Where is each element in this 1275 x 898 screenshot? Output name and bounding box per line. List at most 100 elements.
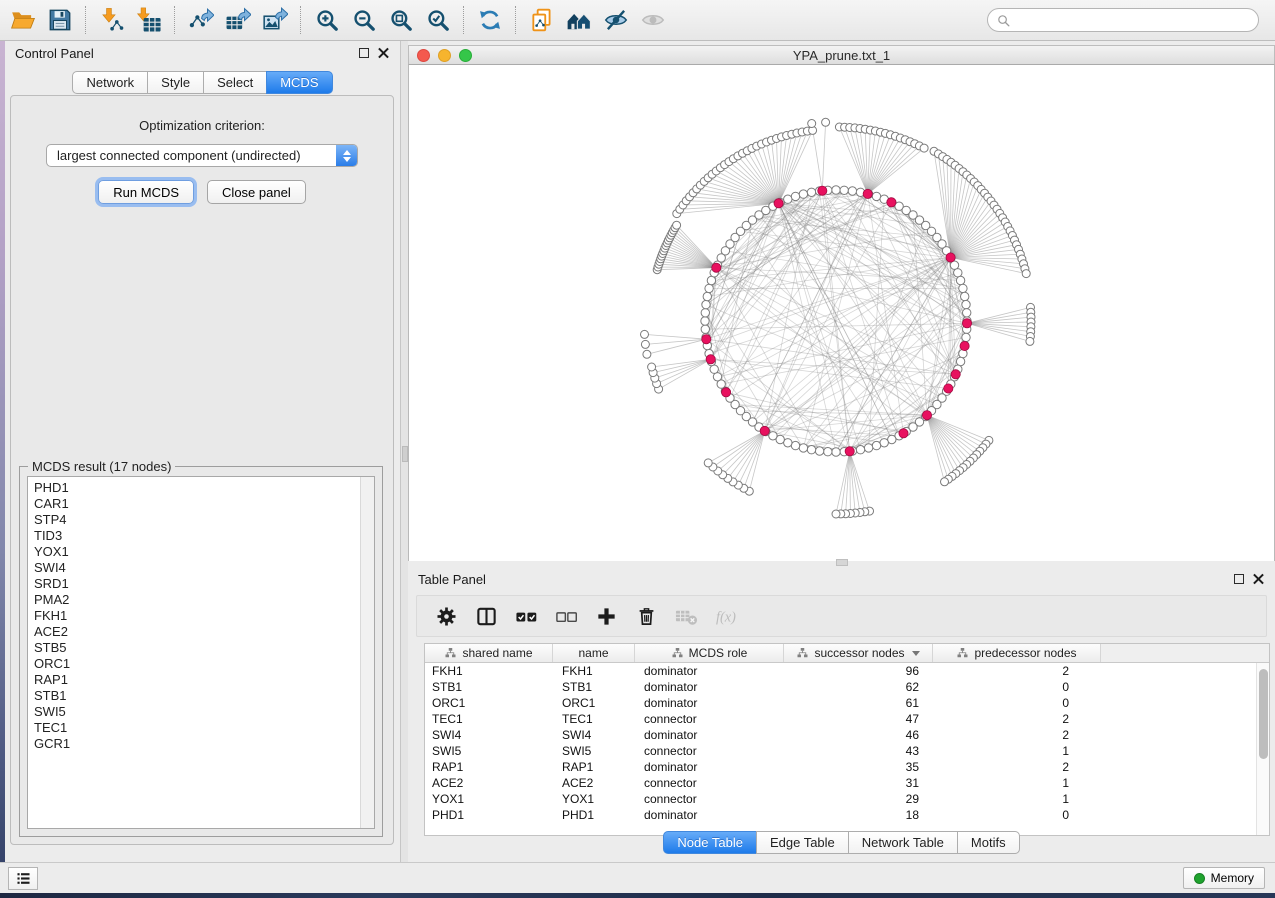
zoom-selected-button[interactable] xyxy=(419,3,456,37)
vertical-splitter[interactable] xyxy=(400,41,408,862)
open-file-button[interactable] xyxy=(4,3,41,37)
tab-node-table[interactable]: Node Table xyxy=(663,831,757,854)
table-cell: 1 xyxy=(933,775,1101,791)
network-canvas[interactable] xyxy=(408,65,1275,561)
tab-motifs[interactable]: Motifs xyxy=(957,831,1020,854)
run-mcds-button[interactable]: Run MCDS xyxy=(98,180,194,204)
zoom-in-button[interactable] xyxy=(308,3,345,37)
import-network-button[interactable] xyxy=(93,3,130,37)
column-header-successor-nodes[interactable]: successor nodes xyxy=(784,644,933,662)
table-row[interactable]: SWI5SWI5connector431 xyxy=(425,743,1256,759)
mcds-result-item[interactable]: STP4 xyxy=(28,512,374,528)
apply-layout-button[interactable] xyxy=(471,3,508,37)
table-cell: dominator xyxy=(635,759,784,775)
mcds-result-item[interactable]: PMA2 xyxy=(28,592,374,608)
table-cell: 1 xyxy=(933,743,1101,759)
search-input[interactable] xyxy=(1016,13,1250,28)
table-cell: 47 xyxy=(784,711,933,727)
mcds-result-item[interactable]: SWI5 xyxy=(28,704,374,720)
close-panel-icon[interactable] xyxy=(378,47,390,59)
import-table-icon xyxy=(136,7,162,33)
search-icon xyxy=(996,13,1011,28)
new-network-from-selection-button[interactable] xyxy=(523,3,560,37)
table-row[interactable]: FKH1FKH1dominator962 xyxy=(425,663,1256,679)
hide-selected-button[interactable] xyxy=(597,3,634,37)
tab-style[interactable]: Style xyxy=(147,71,204,94)
add-column-button[interactable] xyxy=(589,599,623,633)
table-cell: TEC1 xyxy=(553,711,635,727)
mcds-result-item[interactable]: RAP1 xyxy=(28,672,374,688)
first-neighbors-button[interactable] xyxy=(560,3,597,37)
table-row[interactable]: STB1STB1dominator620 xyxy=(425,679,1256,695)
close-table-panel-icon[interactable] xyxy=(1253,573,1265,585)
mcds-result-item[interactable]: CAR1 xyxy=(28,496,374,512)
column-header-shared-name[interactable]: shared name xyxy=(425,644,553,662)
tab-select[interactable]: Select xyxy=(203,71,267,94)
add-column-icon xyxy=(595,605,618,628)
mcds-result-item[interactable]: STB5 xyxy=(28,640,374,656)
memory-button[interactable]: Memory xyxy=(1183,867,1265,889)
zoom-out-button[interactable] xyxy=(345,3,382,37)
table-cell: TEC1 xyxy=(425,711,553,727)
show-columns-button[interactable] xyxy=(469,599,503,633)
export-table-button[interactable] xyxy=(219,3,256,37)
tab-network-table[interactable]: Network Table xyxy=(848,831,958,854)
table-row[interactable]: YOX1YOX1connector291 xyxy=(425,791,1256,807)
new-network-from-selection-icon xyxy=(529,7,555,33)
mcds-result-item[interactable]: PHD1 xyxy=(28,480,374,496)
tab-edge-table[interactable]: Edge Table xyxy=(756,831,849,854)
tree-icon xyxy=(956,647,969,659)
table-row[interactable]: ACE2ACE2connector311 xyxy=(425,775,1256,791)
deselect-all-button[interactable] xyxy=(549,599,583,633)
tab-mcds[interactable]: MCDS xyxy=(266,71,332,94)
mcds-result-item[interactable]: STB1 xyxy=(28,688,374,704)
table-row[interactable]: RAP1RAP1dominator352 xyxy=(425,759,1256,775)
float-table-panel-icon[interactable] xyxy=(1234,574,1244,584)
column-header-name[interactable]: name xyxy=(553,644,635,662)
mcds-result-item[interactable]: ORC1 xyxy=(28,656,374,672)
optimization-criterion-select[interactable]: largest connected component (undirected) xyxy=(46,144,358,167)
close-panel-button[interactable]: Close panel xyxy=(207,180,306,204)
table-row[interactable]: SWI4SWI4dominator462 xyxy=(425,727,1256,743)
tab-network[interactable]: Network xyxy=(72,71,148,94)
zoom-fit-button[interactable] xyxy=(382,3,419,37)
export-image-button[interactable] xyxy=(256,3,293,37)
table-cell: dominator xyxy=(635,679,784,695)
show-hidden-button[interactable] xyxy=(634,3,671,37)
import-table-button[interactable] xyxy=(130,3,167,37)
toolbar-separator xyxy=(85,6,86,34)
mcds-result-item[interactable]: ACE2 xyxy=(28,624,374,640)
apply-layout-icon xyxy=(477,7,503,33)
mcds-result-item[interactable]: TEC1 xyxy=(28,720,374,736)
mcds-result-item[interactable]: SRD1 xyxy=(28,576,374,592)
column-header-MCDS-role[interactable]: MCDS role xyxy=(635,644,784,662)
table-row[interactable]: PHD1PHD1dominator180 xyxy=(425,807,1256,823)
mcds-list-scrollbar[interactable] xyxy=(360,477,374,828)
table-cell: YOX1 xyxy=(425,791,553,807)
task-history-button[interactable] xyxy=(8,867,38,890)
table-scrollbar-thumb[interactable] xyxy=(1259,669,1268,759)
network-graph[interactable] xyxy=(409,65,1274,559)
float-panel-icon[interactable] xyxy=(359,48,369,58)
table-cell: 43 xyxy=(784,743,933,759)
table-cell: 62 xyxy=(784,679,933,695)
column-header-predecessor-nodes[interactable]: predecessor nodes xyxy=(933,644,1101,662)
mcds-result-item[interactable]: YOX1 xyxy=(28,544,374,560)
save-session-button[interactable] xyxy=(41,3,78,37)
mcds-result-item[interactable]: TID3 xyxy=(28,528,374,544)
show-columns-icon xyxy=(475,605,498,628)
mcds-result-item[interactable]: FKH1 xyxy=(28,608,374,624)
delete-table-button[interactable] xyxy=(669,599,703,633)
table-row[interactable]: TEC1TEC1connector472 xyxy=(425,711,1256,727)
table-scrollbar[interactable] xyxy=(1256,663,1269,835)
export-network-button[interactable] xyxy=(182,3,219,37)
table-settings-button[interactable] xyxy=(429,599,463,633)
delete-column-button[interactable] xyxy=(629,599,663,633)
select-all-button[interactable] xyxy=(509,599,543,633)
mcds-result-item[interactable]: GCR1 xyxy=(28,736,374,752)
horizontal-splitter-grip[interactable] xyxy=(836,559,848,566)
function-builder-button[interactable] xyxy=(709,599,743,633)
table-row[interactable]: ORC1ORC1dominator610 xyxy=(425,695,1256,711)
search-box[interactable] xyxy=(987,8,1259,32)
mcds-result-item[interactable]: SWI4 xyxy=(28,560,374,576)
